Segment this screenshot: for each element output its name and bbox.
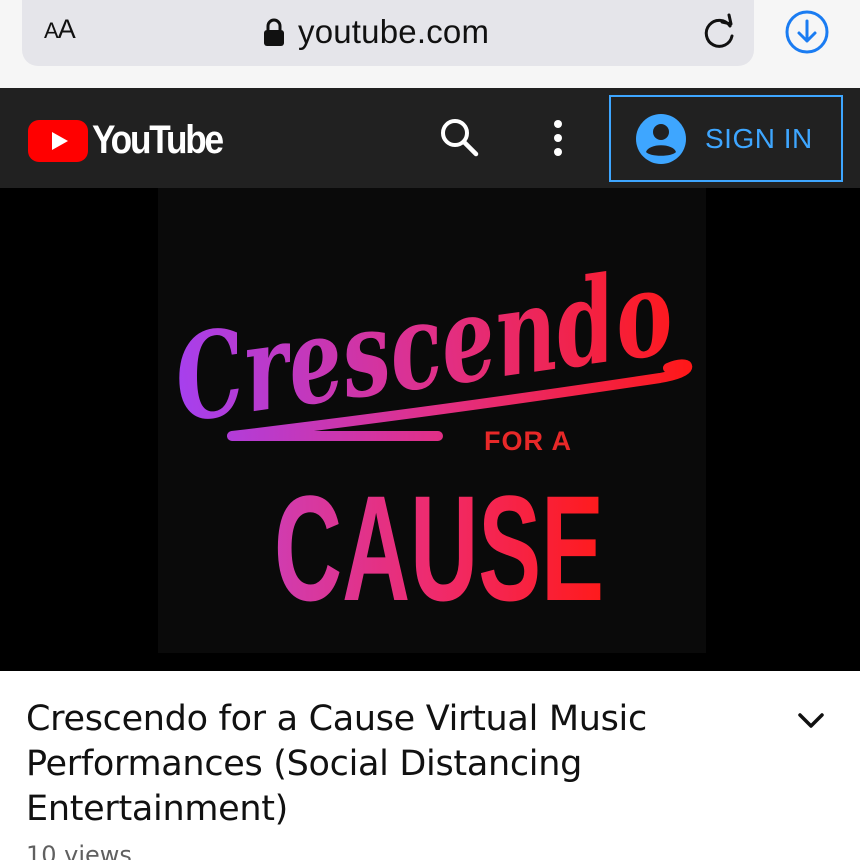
account-icon (636, 113, 686, 164)
thumbnail-for-a: FOR A (484, 426, 572, 456)
thumbnail-cause: CAUSE (274, 464, 604, 632)
youtube-play-icon (28, 119, 88, 162)
browser-toolbar: AA youtube.com (0, 0, 860, 88)
youtube-logo[interactable]: YouTube (28, 118, 240, 163)
sign-in-label: SIGN IN (705, 122, 813, 154)
view-count: 10 views (26, 841, 132, 860)
sign-in-button[interactable]: SIGN IN (609, 95, 843, 182)
reload-icon[interactable] (700, 12, 738, 52)
more-vertical-icon[interactable] (548, 118, 568, 158)
chevron-down-icon[interactable] (794, 709, 828, 733)
reader-large-a: A (57, 14, 76, 44)
thumbnail-script-word: Crescendo (166, 242, 680, 449)
youtube-wordmark: YouTube (92, 118, 224, 162)
lock-icon (264, 18, 284, 46)
thumbnail-artwork: Crescendo FOR A CAUSE (166, 242, 693, 632)
search-icon[interactable] (438, 116, 480, 158)
reader-small-a: A (44, 18, 59, 43)
video-player[interactable]: Crescendo FOR A CAUSE (0, 188, 860, 671)
download-icon[interactable] (784, 9, 830, 55)
video-info: Crescendo for a Cause Virtual Music Perf… (0, 671, 860, 860)
video-title[interactable]: Crescendo for a Cause Virtual Music Perf… (26, 697, 666, 832)
url-text: youtube.com (298, 13, 490, 50)
url-field[interactable]: youtube.com (262, 10, 489, 54)
youtube-header: YouTube SIGN IN (0, 88, 860, 188)
reader-settings-button[interactable]: AA (44, 14, 76, 50)
